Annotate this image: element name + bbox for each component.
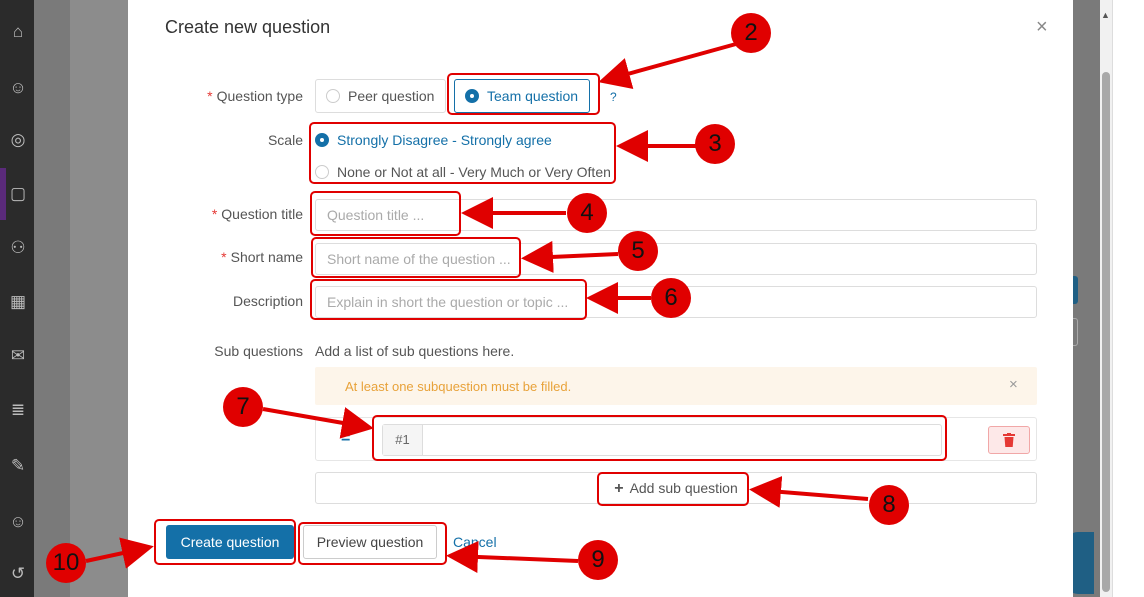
question-title-label: * Question title — [211, 206, 303, 222]
annotation-badge-6: 6 — [651, 278, 691, 318]
delete-sub-question-button[interactable] — [988, 426, 1030, 454]
scale-option-frequency[interactable]: None or Not at all - Very Much or Very O… — [315, 164, 611, 180]
short-name-input[interactable]: Short name of the question ... — [315, 243, 1037, 275]
profile-icon[interactable]: ☺ — [8, 512, 28, 532]
sidebar-active-indicator — [0, 168, 6, 220]
sub-question-input[interactable] — [423, 425, 941, 455]
scrollbar-thumb[interactable] — [1102, 72, 1110, 592]
calendar-icon[interactable]: ▦ — [8, 292, 28, 312]
question-type-label: * Question type — [207, 88, 303, 104]
sub-question-row: = #1 — [315, 417, 1037, 461]
group-icon[interactable]: ⚇ — [8, 238, 28, 258]
peer-question-option[interactable]: Peer question — [315, 79, 446, 113]
annotation-badge-8: 8 — [869, 485, 909, 525]
radio-selected-icon — [315, 133, 329, 147]
institution-icon[interactable]: ⌂ — [8, 22, 28, 42]
add-sub-question-button[interactable]: + Add sub question — [315, 472, 1037, 504]
modal-title: Create new question — [165, 17, 331, 37]
user-icon[interactable]: ☺ — [8, 78, 28, 98]
radio-icon — [315, 165, 329, 179]
annotation-badge-5: 5 — [618, 231, 658, 271]
app-sidebar: ⌂ ☺ ◎ ▢ ⚇ ▦ ✉ ≣ ✎ ☺ ↺ — [0, 0, 34, 597]
short-name-label: * Short name — [221, 249, 303, 265]
sub-question-number: #1 — [383, 425, 423, 455]
app-right-edge — [1112, 0, 1144, 597]
radio-selected-icon — [465, 89, 479, 103]
close-icon[interactable]: × — [1036, 17, 1048, 37]
subquestion-warning-alert: At least one subquestion must be filled.… — [315, 367, 1037, 405]
team-question-option[interactable]: Team question — [454, 79, 590, 113]
description-label: Description — [232, 293, 303, 309]
drag-handle-icon[interactable]: = — [341, 430, 350, 448]
alert-message: At least one subquestion must be filled. — [345, 379, 572, 394]
document-icon[interactable]: ≣ — [8, 400, 28, 420]
annotation-badge-4: 4 — [567, 193, 607, 233]
sub-question-input-group: #1 — [382, 424, 942, 456]
cancel-link[interactable]: Cancel — [453, 534, 497, 550]
scroll-up-icon[interactable]: ▲ — [1101, 10, 1110, 20]
trash-icon — [1003, 433, 1015, 447]
sub-questions-label: Sub questions — [214, 343, 303, 359]
create-question-button[interactable]: Create question — [166, 525, 294, 559]
plus-icon: + — [614, 480, 624, 497]
scale-option-agree[interactable]: Strongly Disagree - Strongly agree — [315, 132, 552, 148]
annotation-badge-2: 2 — [731, 13, 771, 53]
annotation-badge-7: 7 — [223, 387, 263, 427]
radio-icon — [326, 89, 340, 103]
edit-icon[interactable]: ✎ — [8, 456, 28, 476]
annotation-badge-9: 9 — [578, 540, 618, 580]
preview-question-button[interactable]: Preview question — [303, 525, 437, 559]
annotation-badge-10: 10 — [46, 543, 86, 583]
mail-icon[interactable]: ✉ — [8, 346, 28, 366]
alert-close-icon[interactable]: × — [1009, 376, 1018, 393]
scale-label: Scale — [267, 132, 303, 148]
page-icon[interactable]: ▢ — [8, 184, 28, 204]
create-question-modal: Create new question × * Question type Pee… — [128, 0, 1073, 597]
globe-icon[interactable]: ◎ — [8, 130, 28, 150]
sub-questions-hint: Add a list of sub questions here. — [315, 343, 515, 359]
question-title-input[interactable]: Question title ... — [315, 199, 1037, 231]
annotation-badge-3: 3 — [695, 124, 735, 164]
logout-icon[interactable]: ↺ — [8, 564, 28, 584]
help-icon[interactable]: ? — [610, 90, 617, 104]
page-scrollbar[interactable]: ▲ — [1100, 0, 1112, 597]
